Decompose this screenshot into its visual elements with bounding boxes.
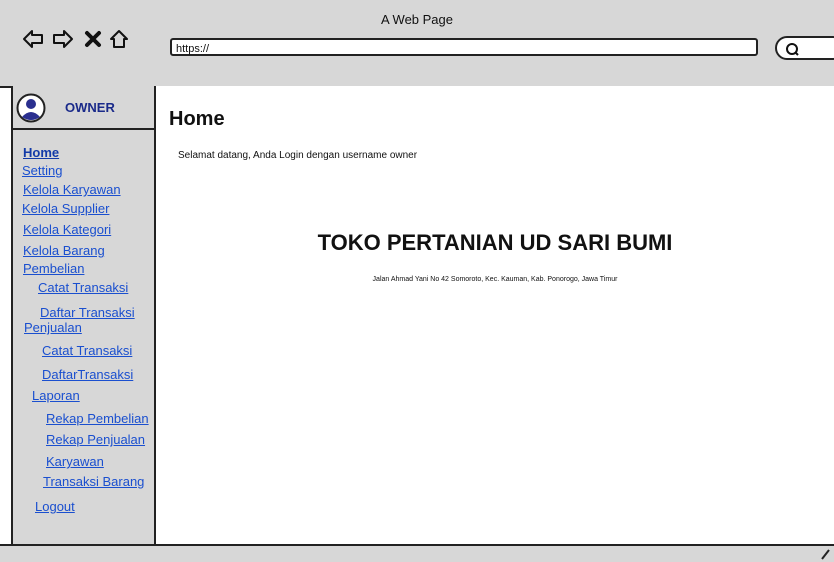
sidebar-header: OWNER xyxy=(13,86,154,130)
sidebar-item-kelola-kategori[interactable]: Kelola Kategori xyxy=(23,222,111,237)
forward-icon[interactable] xyxy=(52,28,74,50)
sidebar-item-logout[interactable]: Logout xyxy=(35,499,75,514)
window-title: A Web Page xyxy=(380,12,454,27)
store-address: Jalan Ahmad Yani No 42 Somoroto, Kec. Ka… xyxy=(372,276,618,283)
browser-window: A Web Page https:// OWNER Home Setting K… xyxy=(0,0,834,562)
sidebar-item-kelola-karyawan[interactable]: Kelola Karyawan xyxy=(23,182,121,197)
sidebar-item-laporan-karyawan[interactable]: Karyawan xyxy=(46,454,104,469)
sidebar-item-home[interactable]: Home xyxy=(23,145,59,160)
sidebar-item-rekap-penjualan[interactable]: Rekap Penjualan xyxy=(46,432,145,447)
url-input[interactable]: https:// xyxy=(170,38,758,56)
sidebar-item-rekap-pembelian[interactable]: Rekap Pembelian xyxy=(46,411,149,426)
welcome-message: Selamat datang, Anda Login dengan userna… xyxy=(178,150,418,161)
search-button[interactable] xyxy=(775,36,834,60)
resize-handle-icon[interactable] xyxy=(820,548,830,560)
home-icon[interactable] xyxy=(108,28,130,50)
sidebar-item-pembelian-catat-transaksi[interactable]: Catat Transaksi xyxy=(38,280,128,295)
sidebar-item-laporan[interactable]: Laporan xyxy=(32,388,80,403)
sidebar-item-kelola-barang[interactable]: Kelola Barang xyxy=(23,243,105,258)
sidebar-item-setting[interactable]: Setting xyxy=(22,163,62,178)
sidebar-item-kelola-supplier[interactable]: Kelola Supplier xyxy=(22,201,109,216)
sidebar-item-penjualan-daftar-transaksi[interactable]: DaftarTransaksi xyxy=(42,367,133,382)
back-icon[interactable] xyxy=(22,28,44,50)
sidebar: OWNER Home Setting Kelola Karyawan Kelol… xyxy=(11,86,156,544)
sidebar-item-pembelian-daftar-transaksi[interactable]: Daftar Transaksi xyxy=(40,305,135,320)
avatar-icon xyxy=(16,93,46,123)
sidebar-item-transaksi-barang[interactable]: Transaksi Barang xyxy=(43,474,144,489)
store-name: TOKO PERTANIAN UD SARI BUMI xyxy=(317,230,673,255)
search-icon xyxy=(786,43,799,56)
status-bar xyxy=(0,544,834,562)
browser-chrome: A Web Page https:// xyxy=(0,0,834,88)
user-role-label: OWNER xyxy=(65,100,115,115)
sidebar-item-pembelian[interactable]: Pembelian xyxy=(23,261,84,276)
page-title: Home xyxy=(169,108,225,130)
close-icon[interactable] xyxy=(84,28,102,50)
main-content: Home Selamat datang, Anda Login dengan u… xyxy=(156,86,834,544)
sidebar-item-penjualan-catat-transaksi[interactable]: Catat Transaksi xyxy=(42,343,132,358)
sidebar-item-penjualan[interactable]: Penjualan xyxy=(24,320,82,335)
